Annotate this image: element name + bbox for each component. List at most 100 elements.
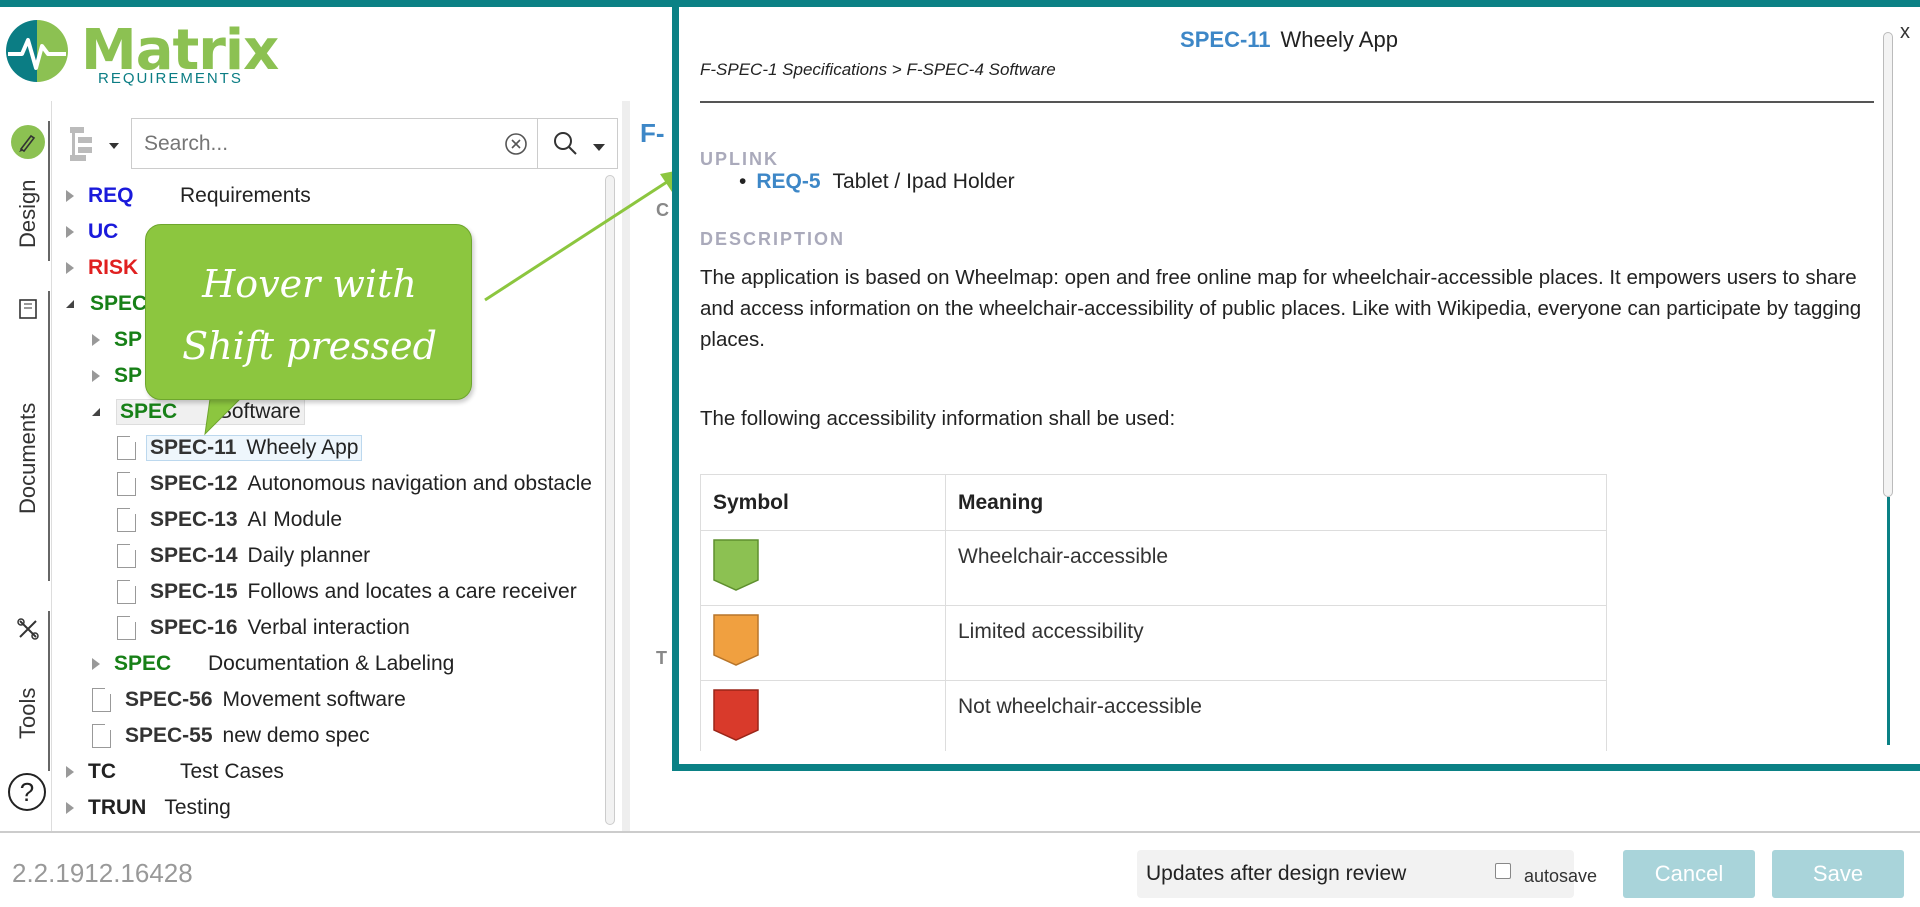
table-row: Limited accessibility — [700, 605, 1607, 681]
tree-item-label: Autonomous navigation and obstacle — [247, 472, 592, 495]
logo-subtitle: REQUIREMENTS — [98, 70, 243, 87]
close-button[interactable]: x — [1900, 21, 1910, 44]
table-header-row: Symbol Meaning — [700, 474, 1607, 531]
tree-item-label: Daily planner — [247, 544, 371, 567]
collapse-arrow-icon[interactable] — [92, 408, 100, 416]
tree-item-key: SPEC-56 — [125, 688, 213, 711]
green-marker-icon — [713, 539, 759, 591]
tree-item-key: SPEC-11 — [150, 436, 237, 459]
uplink-label: Tablet / Ipad Holder — [832, 170, 1015, 193]
tab-documents-label: Documents — [15, 402, 40, 515]
tree-node-tc[interactable]: TC Test Cases — [66, 756, 284, 788]
uplink-heading: UPLINK — [700, 149, 779, 169]
table-row: Wheelchair-accessible — [700, 530, 1607, 606]
orange-marker-icon — [713, 614, 759, 666]
tools-icon — [10, 611, 46, 647]
search-options-chevron-down-icon[interactable] — [593, 139, 605, 157]
tree-item-spec-11[interactable]: SPEC-11 Wheely App — [117, 432, 363, 464]
tree-item-spec-12[interactable]: SPEC-12 Autonomous navigation and obstacl… — [117, 468, 592, 500]
document-icon — [117, 472, 136, 496]
popup-scrollbar[interactable] — [1883, 32, 1893, 497]
expand-arrow-icon[interactable] — [66, 766, 74, 778]
description-following: The following accessibility information … — [700, 407, 1176, 430]
autosave-label: autosave — [1524, 866, 1598, 886]
vertical-nav: Design Documents Tools — [0, 101, 52, 831]
item-preview-popup: x SPEC-11 Wheely App F-SPEC-1 Specificati… — [672, 7, 1920, 771]
tree-node-key: SPEC — [90, 292, 148, 315]
tree-folder-spec-1[interactable]: SP — [92, 324, 142, 356]
meaning-cell: Limited accessibility — [945, 605, 1607, 681]
footer-bar: 2.2.1912.16428 Updates after design revi… — [0, 831, 1920, 907]
help-button[interactable]: ? — [8, 773, 46, 811]
top-accent-bar — [0, 0, 1920, 7]
expand-arrow-icon[interactable] — [92, 370, 100, 382]
tree-node-risk[interactable]: RISK — [66, 252, 138, 284]
tree-scrollbar[interactable] — [605, 175, 615, 825]
tree-structure-icon — [70, 127, 119, 161]
tree-item-key: SPEC-14 — [150, 544, 238, 567]
tree-item-spec-15[interactable]: SPEC-15 Follows and locates a care receiv… — [117, 576, 577, 608]
search-icon[interactable] — [552, 130, 578, 161]
tree-item-key: SPEC-13 — [150, 508, 238, 531]
tree-item-spec-14[interactable]: SPEC-14 Daily planner — [117, 540, 370, 572]
table-header: Meaning — [945, 474, 1607, 531]
tree-folder-spec-2[interactable]: SP — [92, 360, 142, 392]
version-label: 2.2.1912.16428 — [12, 858, 193, 888]
expand-arrow-icon[interactable] — [66, 262, 74, 274]
tree-item-label: new demo spec — [222, 724, 370, 747]
tree-item-spec-56[interactable]: SPEC-56 Movement software — [92, 684, 406, 716]
tree-view-toggle[interactable] — [66, 119, 124, 168]
folder-highlight: SPEC Software — [116, 399, 305, 425]
tree-item-label: Wheely App — [246, 436, 359, 459]
table-row: Not wheelchair-accessible — [700, 680, 1607, 756]
expand-arrow-icon[interactable] — [66, 802, 74, 814]
tree-item-key: SPEC-16 — [150, 616, 238, 639]
meaning-cell: Not wheelchair-accessible — [945, 680, 1607, 756]
popup-item-key[interactable]: SPEC-11 — [1180, 27, 1271, 52]
callout-line-2: Shift pressed — [182, 324, 437, 368]
popup-title: SPEC-11 Wheely App — [679, 27, 1899, 53]
tree-node-spec[interactable]: SPEC — [66, 288, 147, 320]
popup-item-title: Wheely App — [1280, 27, 1398, 52]
document-icon — [92, 724, 111, 748]
tree-folder-documentation[interactable]: SPEC Documentation & Labeling — [92, 648, 454, 680]
item-title-fragment: F- — [640, 118, 665, 148]
tree-node-label: Software — [217, 400, 301, 423]
tree-node-label: Documentation & Labeling — [208, 652, 455, 675]
tree-item-spec-13[interactable]: SPEC-13 AI Module — [117, 504, 342, 536]
panel-splitter[interactable] — [622, 101, 630, 831]
tree-item-spec-16[interactable]: SPEC-16 Verbal interaction — [117, 612, 410, 644]
matrix-logo: Matrix REQUIREMENTS — [4, 18, 279, 93]
tree-node-req[interactable]: REQ Requirements — [66, 180, 311, 212]
tree-item-label: Follows and locates a care receiver — [247, 580, 577, 603]
expand-arrow-icon[interactable] — [92, 658, 100, 670]
collapse-arrow-icon[interactable] — [66, 300, 74, 308]
tree-node-uc[interactable]: UC — [66, 216, 118, 248]
tree-node-key: TC — [88, 760, 116, 783]
tree-node-key: REQ — [88, 184, 134, 207]
red-marker-icon — [713, 689, 759, 741]
save-button[interactable]: Save — [1772, 850, 1904, 898]
tree-node-trun[interactable]: TRUN Testing — [66, 792, 231, 820]
document-icon — [117, 616, 136, 640]
tab-documents[interactable]: Documents — [6, 291, 50, 581]
tree-item-spec-55[interactable]: SPEC-55 new demo spec — [92, 720, 370, 752]
expand-arrow-icon[interactable] — [66, 190, 74, 202]
popup-scroll-track — [1887, 497, 1890, 745]
tab-tools[interactable]: Tools — [6, 611, 50, 771]
expand-arrow-icon[interactable] — [66, 226, 74, 238]
section-fragment: T — [656, 648, 667, 668]
search-input[interactable] — [144, 131, 494, 156]
uplink-list-item: • REQ-5 Tablet / Ipad Holder — [739, 170, 1015, 194]
autosave-checkbox[interactable] — [1495, 863, 1511, 879]
tree-folder-software[interactable]: SPEC Software — [92, 396, 305, 428]
change-comment-field[interactable]: Updates after design review autosave — [1137, 850, 1597, 898]
cancel-button[interactable]: Cancel — [1623, 850, 1755, 898]
tab-design[interactable]: Design — [6, 121, 50, 261]
hover-hint-callout: Hover with Shift pressed — [145, 224, 472, 400]
expand-arrow-icon[interactable] — [92, 334, 100, 346]
clear-search-icon[interactable] — [504, 132, 528, 156]
table-header: Symbol — [700, 474, 946, 531]
uplink-key[interactable]: REQ-5 — [756, 170, 820, 193]
selected-item: SPEC-11 Wheely App — [146, 435, 363, 461]
